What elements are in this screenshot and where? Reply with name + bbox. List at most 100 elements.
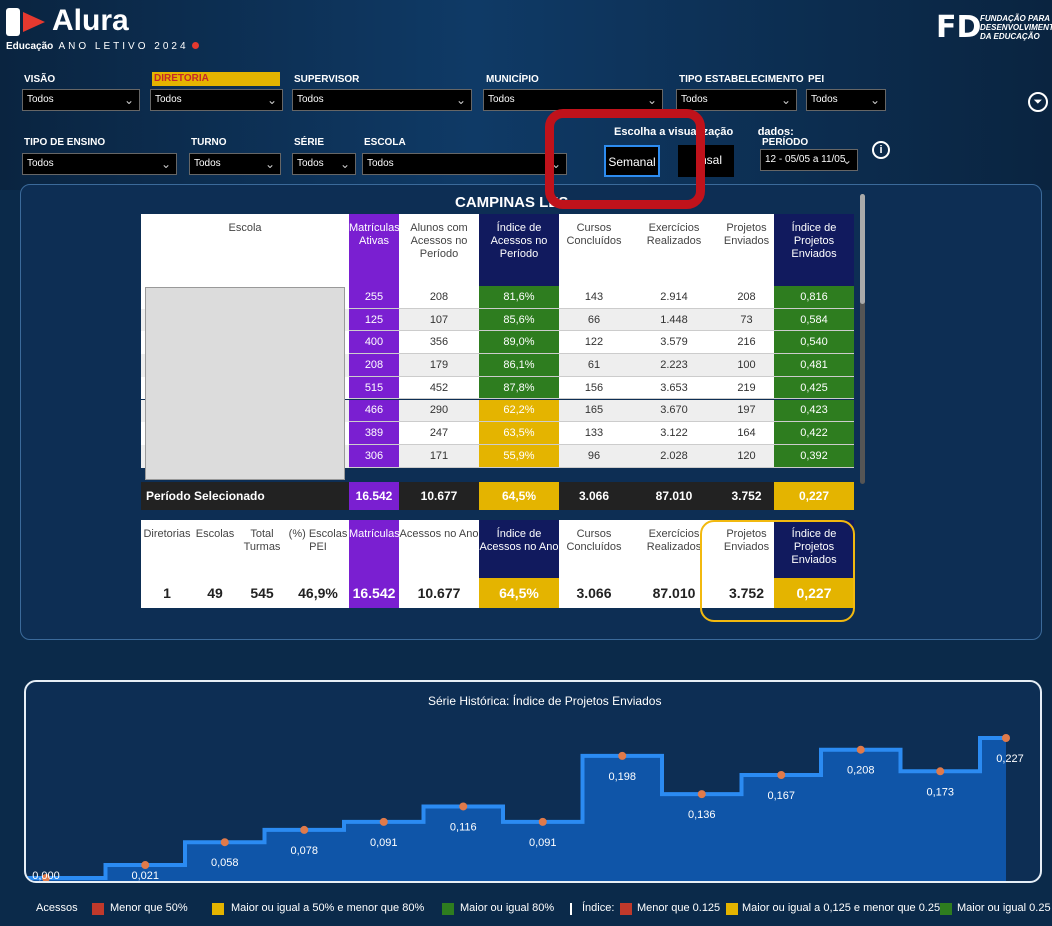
filter-escola-select[interactable]: Todos ⌄: [362, 153, 567, 175]
table-cell-exerc: 3.670: [629, 399, 719, 423]
chart-data-label: 0,000: [32, 870, 60, 882]
legend-i2: Maior ou igual a 0,125 e menor que 0.25: [742, 902, 941, 914]
info-icon[interactable]: i: [872, 141, 890, 159]
chart-point: [141, 861, 150, 870]
table-header-0[interactable]: Escola: [141, 214, 349, 286]
filter-periodo-select[interactable]: 12 - 05/05 a 11/05 ⌄: [760, 149, 858, 171]
summary-header-6: Índice de Acessos no Ano: [479, 520, 559, 578]
chevron-down-icon: ⌄: [646, 93, 657, 107]
table-header-1[interactable]: Matrículas Ativas: [349, 214, 400, 286]
table-cell-alunos: 290: [399, 399, 479, 423]
filter-pei-select[interactable]: Todos ⌄: [806, 89, 886, 111]
highlight-box-projects: [700, 520, 855, 622]
table-cell-indp: 0,423: [774, 399, 854, 423]
chevron-down-icon: ⌄: [264, 157, 275, 171]
table-cell-exerc: 2.223: [629, 354, 719, 377]
chart-data-label: 0,078: [290, 845, 318, 857]
summary-value-4: 16.542: [349, 578, 399, 608]
filter-label-visao: VISÃO: [24, 74, 56, 85]
legend-swatch-green: [940, 903, 952, 915]
table-header-2[interactable]: Alunos com Acessos no Período: [399, 214, 479, 286]
table-cell-ind: 81,6%: [479, 286, 559, 309]
chart-point: [379, 817, 388, 826]
table-cell-mat: 466: [349, 399, 399, 423]
filter-label-tipo-estab: TIPO ESTABELECIMENTO: [679, 74, 804, 85]
chart-data-label: 0,208: [847, 765, 875, 777]
table-cell-proj: 208: [719, 286, 774, 309]
summary-value-2: 545: [237, 578, 287, 608]
table-header-3[interactable]: Índice de Acessos no Período: [479, 214, 559, 286]
table-scrollbar-thumb[interactable]: [860, 194, 865, 304]
chart-data-label: 0,136: [688, 809, 716, 821]
filter-tipo-estab-select[interactable]: Todos ⌄: [676, 89, 797, 111]
school-names-redacted: [145, 287, 345, 480]
legend-swatch-yellow: [212, 903, 224, 915]
filter-supervisor-select[interactable]: Todos ⌄: [292, 89, 472, 111]
filter-label-tipo-ensino: TIPO DE ENSINO: [24, 137, 106, 148]
filter-turno-select[interactable]: Todos ⌄: [189, 153, 281, 175]
total-cell-ind: 64,5%: [479, 482, 559, 510]
chevron-down-icon: ⌄: [780, 93, 791, 107]
chart-point: [538, 817, 547, 826]
table-cell-ind: 86,1%: [479, 354, 559, 377]
filter-visao-select[interactable]: Todos ⌄: [22, 89, 140, 111]
table-cell-cursos: 61: [559, 354, 629, 377]
table-header-5[interactable]: Exercícios Realizados: [629, 214, 719, 286]
total-cell-alunos: 10.677: [399, 482, 479, 510]
table-header-7[interactable]: Índice de Projetos Enviados: [774, 214, 854, 286]
table-header-6[interactable]: Projetos Enviados: [719, 214, 774, 286]
summary-value-5: 10.677: [399, 578, 479, 608]
table-cell-indp: 0,422: [774, 422, 854, 445]
table-cell-exerc: 2.914: [629, 286, 719, 309]
legend-swatch-red: [92, 903, 104, 915]
legend-a2: Maior ou igual a 50% e menor que 80%: [231, 902, 425, 914]
legend-swatch-red: [620, 903, 632, 915]
total-cell-cursos: 3.066: [559, 482, 629, 510]
table-cell-exerc: 1.448: [629, 308, 719, 332]
table-cell-mat: 400: [349, 331, 399, 355]
table-cell-mat: 208: [349, 354, 399, 377]
table-cell-cursos: 165: [559, 399, 629, 423]
table-cell-cursos: 122: [559, 331, 629, 355]
table-cell-alunos: 247: [399, 422, 479, 445]
table-cell-exerc: 3.579: [629, 331, 719, 355]
chevron-down-icon: ⌄: [455, 93, 466, 107]
filter-label-serie: SÉRIE: [294, 137, 325, 148]
table-cell-proj: 197: [719, 399, 774, 423]
chart-data-label: 0,058: [211, 857, 239, 869]
filter-diretoria-select[interactable]: Todos ⌄: [150, 89, 283, 111]
chart-point: [300, 825, 309, 834]
filter-municipio-select[interactable]: Todos ⌄: [483, 89, 663, 111]
table-cell-mat: 515: [349, 376, 399, 400]
table-header-4[interactable]: Cursos Concluídos: [559, 214, 629, 286]
table-cell-mat: 125: [349, 308, 399, 332]
filter-label-municipio: MUNICÍPIO: [486, 74, 539, 85]
table-cell-alunos: 107: [399, 308, 479, 332]
chart-point: [777, 771, 786, 780]
chevron-down-icon: ⌄: [869, 93, 880, 107]
filter-label-periodo: PERÍODO: [762, 137, 809, 148]
filter-label-supervisor: SUPERVISOR: [294, 74, 360, 85]
summary-header-0: Diretorias: [141, 520, 193, 578]
table-cell-indp: 0,816: [774, 286, 854, 309]
fde-logo: FD FUNDAÇÃO PARA O DESENVOLVIMENTO DA EDUC…: [936, 10, 1052, 50]
summary-header-3: (%) Escolas PEI: [287, 520, 349, 578]
clear-filter-icon[interactable]: ⏷: [1028, 92, 1048, 112]
summary-value-3: 46,9%: [287, 578, 349, 608]
chevron-down-icon: ⌄: [266, 93, 277, 107]
table-cell-cursos: 66: [559, 308, 629, 332]
alura-logo: Alura Educação ANO LETIVO 2024: [6, 4, 199, 52]
legend-acessos-label: Acessos: [36, 902, 78, 914]
filter-label-diretoria: DIRETORIA: [152, 72, 280, 86]
chart-data-label: 0,173: [926, 786, 954, 798]
table-cell-proj: 73: [719, 308, 774, 332]
table-cell-exerc: 3.653: [629, 376, 719, 400]
chart-point: [459, 802, 468, 811]
table-cell-alunos: 171: [399, 444, 479, 468]
filter-serie-select[interactable]: Todos ⌄: [292, 153, 356, 175]
filter-tipo-ensino-select[interactable]: Todos ⌄: [22, 153, 177, 175]
chevron-down-icon: ⌄: [123, 93, 134, 107]
table-cell-mat: 389: [349, 422, 399, 445]
chevron-down-icon: ⌄: [160, 157, 171, 171]
legend-i3: Maior ou igual 0.25: [957, 902, 1051, 914]
